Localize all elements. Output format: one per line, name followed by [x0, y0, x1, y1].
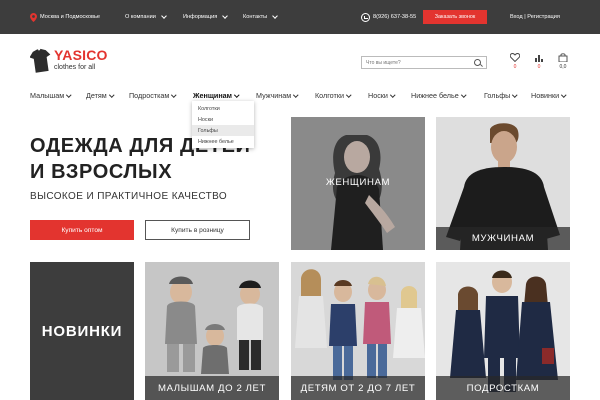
chevron-down-icon: [390, 92, 396, 97]
auth-links[interactable]: Вход | Регистрация: [510, 0, 560, 34]
category-babies-label: МАЛЫШАМ ДО 2 ЛЕТ: [145, 376, 279, 400]
category-new-label: НОВИНКИ: [41, 322, 123, 340]
compare-count: 0: [537, 64, 541, 70]
logo-shirt-icon: [30, 48, 51, 73]
location-link[interactable]: Москва и Подмосковье: [30, 0, 100, 34]
dropdown-item-underwear[interactable]: Нижнее белье: [192, 136, 254, 147]
chevron-down-icon: [346, 92, 352, 97]
whatsapp-icon: [361, 12, 370, 22]
nav-item-label: Подросткам: [129, 91, 170, 100]
logo-name: YASICO: [54, 47, 108, 63]
menu-contacts-label: Контакты: [243, 14, 268, 20]
nav-item-label: Носки: [368, 91, 388, 100]
phone-number: 8(926) 637-38-55: [373, 14, 417, 20]
favorites-button[interactable]: 0: [508, 53, 522, 73]
nav-item-label: Детям: [86, 91, 107, 100]
buy-retail-button[interactable]: Купить в розницу: [145, 220, 250, 240]
chevron-down-icon: [234, 92, 240, 97]
cart-bag-icon: [558, 53, 568, 62]
category-women-tile[interactable]: ЖЕНЩИНАМ: [291, 117, 425, 250]
nav-item-tights[interactable]: Колготки: [315, 91, 352, 100]
nav-item-kids[interactable]: Детям: [86, 91, 114, 100]
search-icon[interactable]: [474, 59, 481, 66]
menu-info-label: Информация: [183, 14, 218, 20]
site-logo[interactable]: YASICO clothes for all: [30, 46, 120, 76]
nav-item-men[interactable]: Мужчинам: [256, 91, 299, 100]
menu-contacts[interactable]: Контакты: [243, 0, 279, 34]
category-kids-tile[interactable]: ДЕТЯМ ОТ 2 ДО 7 ЛЕТ: [291, 262, 425, 400]
location-text: Москва и Подмосковье: [40, 14, 100, 20]
chevron-down-icon: [460, 92, 466, 97]
search-box: [361, 56, 487, 69]
nav-item-knee-socks[interactable]: Гольфы: [484, 91, 518, 100]
dropdown-item-socks[interactable]: Носки: [192, 114, 254, 125]
menu-about-label: О компании: [125, 14, 156, 20]
nav-item-women[interactable]: Женщинам: [193, 91, 240, 100]
logo-tagline: clothes for all: [54, 64, 96, 71]
nav-item-underwear[interactable]: Нижнее белье: [411, 91, 466, 100]
hero-subtitle: ВЫСОКОЕ И ПРАКТИЧНОЕ КАЧЕСТВО: [30, 191, 228, 202]
nav-item-label: Нижнее белье: [411, 91, 459, 100]
callback-button[interactable]: Заказать звонок: [423, 10, 487, 24]
menu-info[interactable]: Информация: [183, 0, 229, 34]
category-men-tile[interactable]: МУЖЧИНАМ: [436, 117, 570, 250]
women-dropdown-menu: Колготки Носки Гольфы Нижнее белье: [192, 101, 254, 148]
favorites-count: 0: [513, 64, 517, 70]
cart-button[interactable]: 0,0: [556, 53, 570, 73]
category-kids-label: ДЕТЯМ ОТ 2 ДО 7 ЛЕТ: [291, 376, 425, 400]
phone-link[interactable]: 8(926) 637-38-55: [361, 0, 416, 34]
chevron-down-icon: [561, 92, 567, 97]
nav-item-label: Женщинам: [193, 91, 232, 100]
top-bar: Москва и Подмосковье О компании Информац…: [0, 0, 600, 34]
category-men-label: МУЖЧИНАМ: [436, 227, 570, 250]
nav-item-label: Колготки: [315, 91, 344, 100]
nav-item-label: Мужчинам: [256, 91, 292, 100]
heart-icon: [510, 53, 520, 62]
nav-item-new[interactable]: Новинки: [531, 91, 567, 100]
chevron-down-icon: [109, 92, 114, 97]
category-women-label: ЖЕНЩИНАМ: [325, 177, 391, 188]
nav-item-socks[interactable]: Носки: [368, 91, 396, 100]
chevron-down-icon: [272, 13, 279, 19]
category-teens-tile[interactable]: ПОДРОСТКАМ: [436, 262, 570, 400]
chevron-down-icon: [512, 92, 518, 97]
chevron-down-icon: [222, 13, 229, 19]
auth-text: Вход | Регистрация: [510, 14, 560, 20]
dropdown-item-tights[interactable]: Колготки: [192, 103, 254, 114]
chevron-down-icon: [66, 92, 72, 97]
category-teens-label: ПОДРОСТКАМ: [436, 376, 570, 400]
chevron-down-icon: [293, 92, 299, 97]
nav-item-teens[interactable]: Подросткам: [129, 91, 177, 100]
compare-chart-icon: [535, 55, 543, 62]
nav-item-label: Новинки: [531, 91, 560, 100]
nav-item-label: Гольфы: [484, 91, 511, 100]
compare-button[interactable]: 0: [532, 53, 546, 73]
category-babies-tile[interactable]: МАЛЫШАМ ДО 2 ЛЕТ: [145, 262, 279, 400]
search-input[interactable]: [362, 57, 470, 68]
location-pin-icon: [30, 12, 37, 22]
nav-item-label: Малышам: [30, 91, 65, 100]
nav-item-babies[interactable]: Малышам: [30, 91, 72, 100]
buy-wholesale-button[interactable]: Купить оптом: [30, 220, 134, 240]
chevron-down-icon: [171, 92, 177, 97]
category-new-tile[interactable]: НОВИНКИ: [30, 262, 134, 400]
menu-about[interactable]: О компании: [125, 0, 167, 34]
dropdown-item-knee-socks[interactable]: Гольфы: [192, 125, 254, 136]
cart-count: 0,0: [559, 64, 567, 70]
chevron-down-icon: [161, 13, 167, 19]
